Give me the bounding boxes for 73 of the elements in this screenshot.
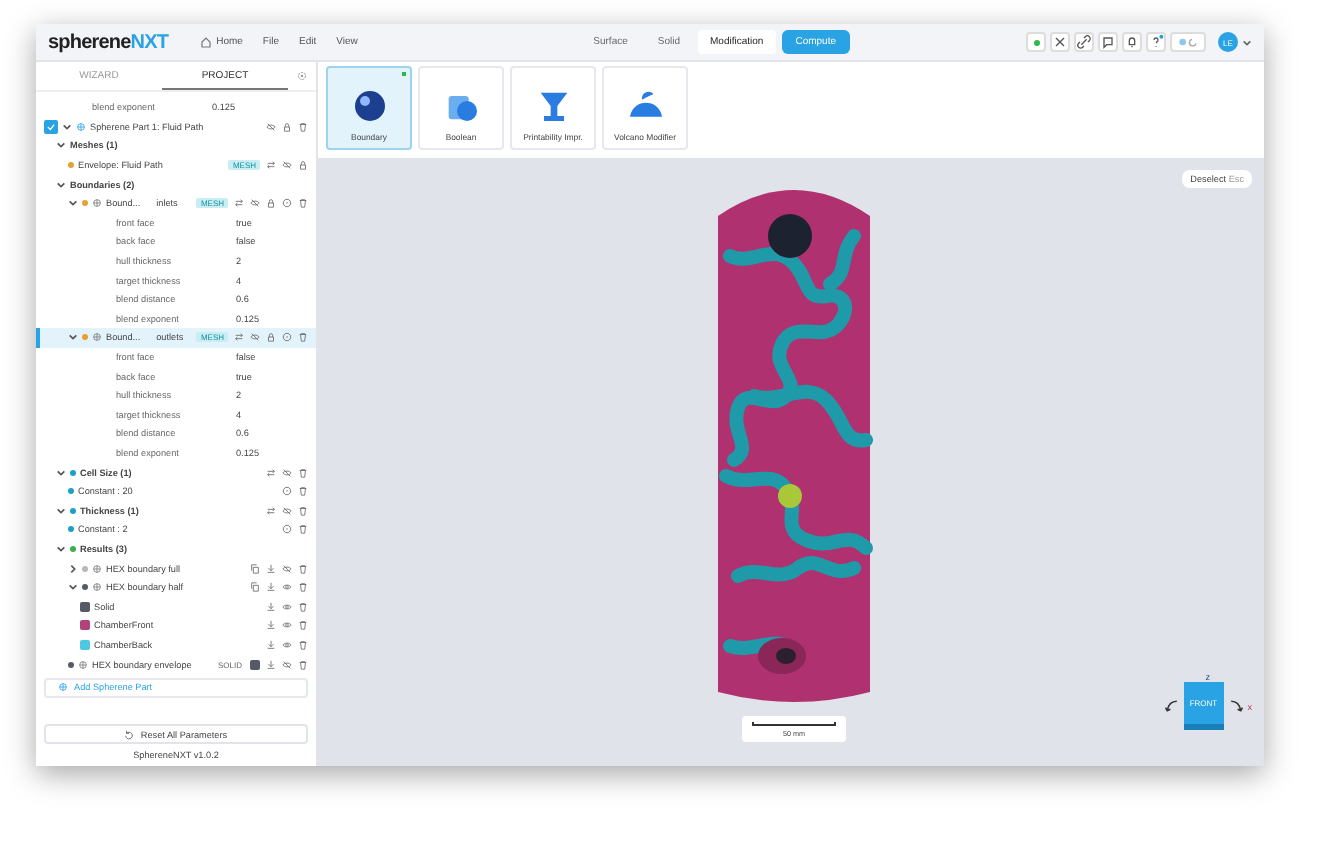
swap-icon[interactable]	[266, 505, 276, 516]
download-icon[interactable]	[266, 601, 276, 612]
eye-icon[interactable]	[282, 639, 292, 650]
delete-icon[interactable]	[298, 582, 308, 593]
delete-icon[interactable]	[298, 601, 308, 612]
delete-icon[interactable]	[298, 659, 308, 670]
logo: sphereneNXT	[48, 31, 169, 53]
copy-icon[interactable]	[250, 582, 260, 593]
rotate-right-icon[interactable]	[1227, 698, 1244, 714]
download-icon[interactable]	[266, 620, 276, 631]
delete-icon[interactable]	[298, 198, 308, 209]
settings-icon[interactable]	[296, 70, 308, 82]
hidden-eye-icon[interactable]	[282, 160, 292, 171]
sphere-icon	[92, 563, 102, 574]
hidden-eye-icon[interactable]	[282, 659, 292, 670]
download-icon[interactable]	[266, 563, 276, 574]
delete-icon[interactable]	[298, 505, 308, 516]
delete-icon[interactable]	[298, 524, 308, 535]
bell-icon[interactable]	[1122, 32, 1142, 52]
theme-toggle-icon[interactable]	[1170, 32, 1206, 52]
delete-icon[interactable]	[298, 486, 308, 497]
lock-icon[interactable]	[282, 121, 292, 132]
delete-icon[interactable]	[298, 332, 308, 343]
hidden-eye-icon[interactable]	[282, 563, 292, 574]
download-icon[interactable]	[266, 582, 276, 593]
lock-icon[interactable]	[266, 198, 276, 209]
hidden-eye-icon[interactable]	[250, 198, 260, 209]
chevron-down-icon[interactable]	[68, 582, 78, 593]
lock-icon[interactable]	[298, 160, 308, 171]
eye-icon[interactable]	[282, 620, 292, 631]
eye-icon[interactable]	[282, 582, 292, 593]
chevron-down-icon[interactable]	[56, 140, 66, 151]
delete-icon[interactable]	[298, 639, 308, 650]
sphere-icon	[78, 659, 88, 670]
sphere-icon	[92, 198, 102, 209]
download-icon[interactable]	[266, 639, 276, 650]
chevron-down-icon[interactable]	[56, 505, 66, 516]
rotate-left-icon[interactable]	[1163, 698, 1180, 714]
model-icon	[349, 86, 389, 126]
lock-icon[interactable]	[266, 332, 276, 343]
caret-icon[interactable]	[1242, 37, 1252, 47]
swap-icon[interactable]	[234, 332, 244, 343]
comment-icon[interactable]	[1098, 32, 1118, 52]
sphere-icon	[76, 121, 86, 132]
sphere-icon	[92, 332, 102, 343]
link-icon[interactable]	[1074, 32, 1094, 52]
chevron-down-icon[interactable]	[56, 467, 66, 478]
delete-icon[interactable]	[298, 467, 308, 478]
delete-icon[interactable]	[298, 620, 308, 631]
hidden-eye-icon[interactable]	[282, 467, 292, 478]
sphere-icon	[58, 682, 68, 693]
chevron-down-icon[interactable]	[62, 121, 72, 132]
chevron-down-icon[interactable]	[56, 543, 66, 554]
hidden-eye-icon[interactable]	[266, 121, 276, 132]
reset-icon	[124, 729, 135, 739]
home-icon	[200, 36, 213, 48]
swap-icon[interactable]	[266, 160, 276, 171]
eye-icon[interactable]	[282, 601, 292, 612]
chevron-down-icon[interactable]	[68, 332, 78, 343]
swap-icon[interactable]	[234, 198, 244, 209]
hidden-eye-icon[interactable]	[250, 332, 260, 343]
copy-icon[interactable]	[250, 563, 260, 574]
chevron-right-icon[interactable]	[68, 563, 78, 574]
checkbox[interactable]	[44, 119, 58, 134]
chevron-down-icon[interactable]	[56, 179, 66, 190]
hidden-eye-icon[interactable]	[282, 505, 292, 516]
chevron-down-icon[interactable]	[68, 198, 78, 209]
delete-icon[interactable]	[298, 563, 308, 574]
help-icon[interactable]	[1146, 32, 1166, 52]
delete-icon[interactable]	[298, 121, 308, 132]
swap-icon[interactable]	[266, 467, 276, 478]
download-icon[interactable]	[266, 659, 276, 670]
sphere-icon	[92, 582, 102, 593]
